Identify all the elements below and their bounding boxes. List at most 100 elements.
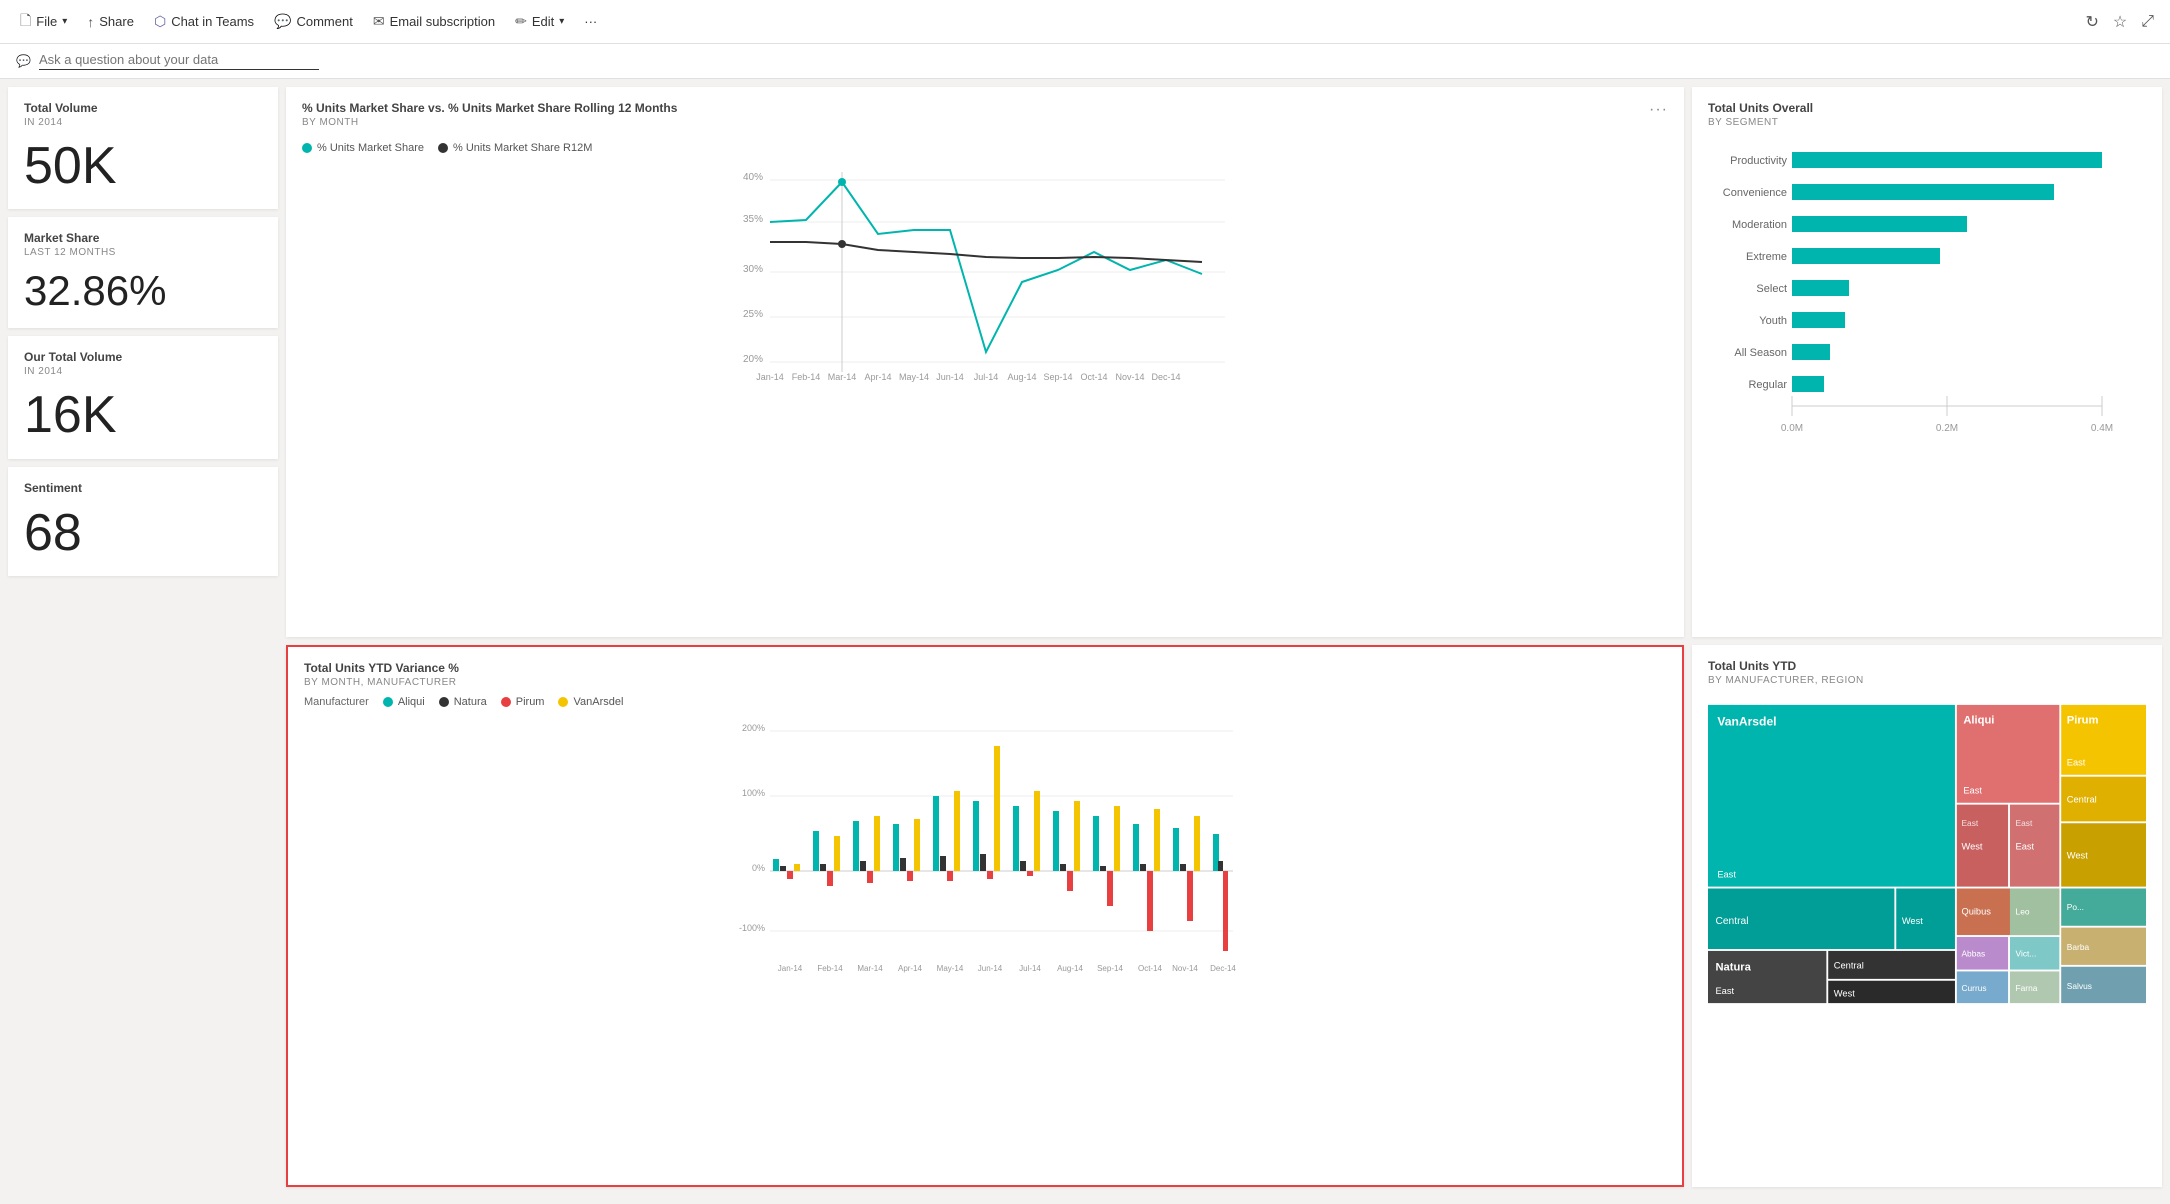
svg-text:Farna: Farna: [2016, 982, 2038, 992]
total-volume-title: Total Volume: [24, 101, 262, 115]
edit-label: Edit: [532, 14, 554, 29]
sentiment-card: Sentiment 68: [8, 467, 278, 576]
svg-text:Currus: Currus: [1961, 982, 1986, 992]
bookmark-icon[interactable]: ☆: [2109, 8, 2131, 36]
comment-icon: 💬: [274, 13, 291, 30]
market-share-value: 32.86%: [24, 268, 262, 314]
email-icon: ✉: [373, 13, 385, 30]
file-menu[interactable]: 🗋 File ▾: [12, 6, 75, 38]
svg-text:Aug-14: Aug-14: [1057, 964, 1083, 973]
natura-dot: [439, 697, 449, 707]
svg-text:Extreme: Extreme: [1746, 251, 1787, 263]
teams-icon: ⬡: [154, 13, 166, 30]
variance-legend-aliqui: Aliqui: [383, 696, 425, 708]
edit-button[interactable]: ✏ Edit ▾: [507, 9, 572, 34]
legend-item-1: % Units Market Share: [302, 142, 424, 154]
bar-chart-title: Total Units Overall: [1708, 101, 2146, 115]
chevron-down-icon: ▾: [559, 16, 564, 27]
svg-text:East: East: [2067, 757, 2086, 767]
svg-text:Abbas: Abbas: [1961, 948, 1985, 958]
svg-text:Youth: Youth: [1759, 315, 1787, 327]
svg-text:Quibus: Quibus: [1961, 906, 1991, 916]
question-input[interactable]: [39, 52, 319, 70]
svg-text:Sep-14: Sep-14: [1097, 964, 1123, 973]
svg-text:May-14: May-14: [899, 372, 929, 382]
svg-text:Oct-14: Oct-14: [1138, 964, 1163, 973]
svg-text:East: East: [2016, 841, 2035, 851]
comment-button[interactable]: 💬 Comment: [266, 9, 361, 34]
vanarsdel-label: VanArsdel: [573, 696, 623, 708]
our-volume-card: Our Total Volume IN 2014 16K: [8, 336, 278, 458]
svg-text:Convenience: Convenience: [1723, 187, 1787, 199]
svg-text:20%: 20%: [743, 354, 763, 365]
svg-text:Vict...: Vict...: [2016, 948, 2037, 958]
svg-text:Pirum: Pirum: [2067, 714, 2099, 726]
svg-text:Nov-14: Nov-14: [1172, 964, 1198, 973]
legend-dot-2: [438, 143, 448, 153]
pirum-dot: [501, 697, 511, 707]
share-button[interactable]: ↑ Share: [79, 10, 142, 34]
treemap-title: Total Units YTD: [1708, 659, 2146, 673]
svg-text:0%: 0%: [752, 863, 765, 873]
sentiment-title: Sentiment: [24, 481, 262, 495]
line-chart-legend: % Units Market Share % Units Market Shar…: [302, 142, 1668, 154]
our-volume-subtitle: IN 2014: [24, 366, 262, 377]
svg-text:35%: 35%: [743, 214, 763, 225]
svg-text:Dec-14: Dec-14: [1210, 964, 1236, 973]
line-chart-subtitle: BY MONTH: [302, 117, 677, 128]
total-volume-subtitle: IN 2014: [24, 117, 262, 128]
fullscreen-icon[interactable]: ⤢: [2137, 9, 2158, 35]
svg-text:Jan-14: Jan-14: [778, 964, 803, 973]
svg-text:Apr-14: Apr-14: [864, 372, 891, 382]
svg-text:East: East: [1715, 985, 1734, 995]
treemap-container: VanArsdel East Central West Aliqui East …: [1708, 694, 2146, 1014]
svg-text:Central: Central: [1715, 915, 1748, 926]
variance-chart-svg: 200% 100% 0% -100%: [304, 716, 1666, 976]
top-bar: 🗋 File ▾ ↑ Share ⬡ Chat in Teams 💬 Comme…: [0, 0, 2170, 44]
email-subscription-button[interactable]: ✉ Email subscription: [365, 9, 503, 34]
more-label: ···: [584, 14, 597, 29]
svg-text:Central: Central: [2067, 794, 2097, 804]
svg-text:Feb-14: Feb-14: [817, 964, 843, 973]
question-bar: 💬: [0, 44, 2170, 79]
email-label: Email subscription: [390, 14, 496, 29]
svg-text:-100%: -100%: [739, 923, 765, 933]
refresh-icon[interactable]: ↻: [2081, 8, 2102, 36]
svg-text:30%: 30%: [743, 264, 763, 275]
market-share-title: Market Share: [24, 231, 262, 245]
svg-text:East: East: [1717, 869, 1736, 879]
legend-item-2: % Units Market Share R12M: [438, 142, 592, 154]
variance-legend-pirum: Pirum: [501, 696, 545, 708]
svg-text:West: West: [1961, 841, 1982, 851]
market-share-card: Market Share LAST 12 MONTHS 32.86%: [8, 217, 278, 328]
treemap-svg: VanArsdel East Central West Aliqui East …: [1708, 694, 2146, 1014]
svg-text:Productivity: Productivity: [1730, 155, 1787, 167]
more-options-button[interactable]: ···: [576, 10, 605, 33]
vanarsdel-dot: [558, 697, 568, 707]
svg-text:Dec-14: Dec-14: [1151, 372, 1180, 382]
market-share-subtitle: LAST 12 MONTHS: [24, 247, 262, 258]
line-chart-title-block: % Units Market Share vs. % Units Market …: [302, 101, 677, 136]
dashboard: Total Volume IN 2014 50K Market Share LA…: [0, 79, 2170, 1195]
line-chart-more-button[interactable]: ···: [1649, 101, 1668, 119]
svg-text:Jan-14: Jan-14: [756, 372, 784, 382]
svg-text:West: West: [1902, 915, 1923, 925]
treemap-card: Total Units YTD BY MANUFACTURER, REGION …: [1692, 645, 2162, 1188]
svg-text:Regular: Regular: [1748, 379, 1787, 391]
variance-chart-subtitle: BY MONTH, MANUFACTURER: [304, 677, 1666, 688]
chat-label: Chat in Teams: [171, 14, 254, 29]
svg-text:Jun-14: Jun-14: [978, 964, 1003, 973]
svg-text:0.0M: 0.0M: [1781, 423, 1803, 434]
svg-text:Nov-14: Nov-14: [1115, 372, 1144, 382]
edit-icon: ✏: [515, 13, 527, 30]
svg-text:East: East: [1963, 785, 1982, 795]
svg-text:Jun-14: Jun-14: [936, 372, 964, 382]
chat-in-teams-button[interactable]: ⬡ Chat in Teams: [146, 9, 262, 34]
variance-chart-title: Total Units YTD Variance %: [304, 661, 1666, 675]
svg-text:East: East: [1961, 818, 1978, 828]
svg-text:Mar-14: Mar-14: [828, 372, 857, 382]
svg-text:Oct-14: Oct-14: [1080, 372, 1107, 382]
chevron-down-icon: ▾: [62, 16, 67, 27]
natura-label: Natura: [454, 696, 487, 708]
variance-chart-card: Total Units YTD Variance % BY MONTH, MAN…: [286, 645, 1684, 1188]
